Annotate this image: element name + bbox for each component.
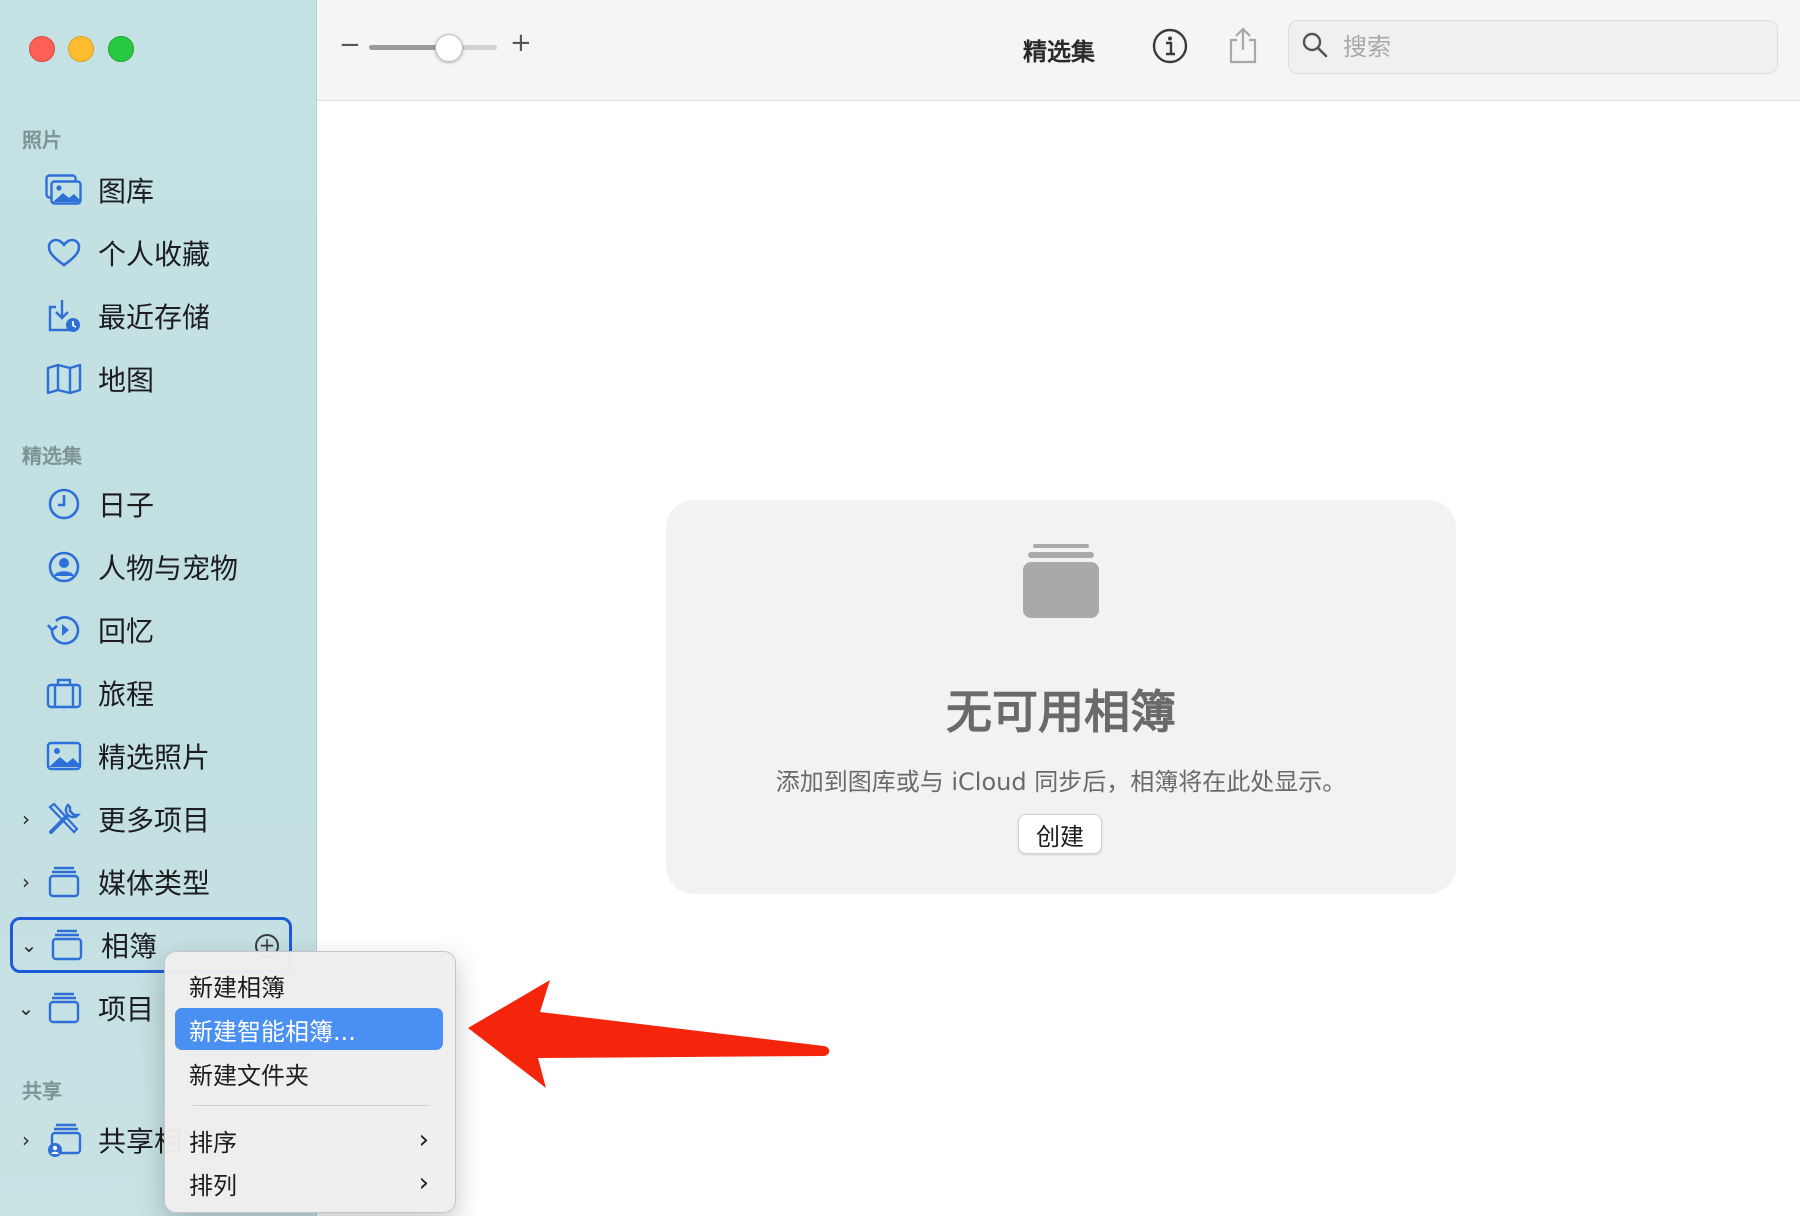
zoom-out-button[interactable]: −: [339, 30, 361, 60]
sidebar-item-label: 最近存储: [98, 301, 211, 334]
sidebar-item-trips[interactable]: 旅程: [10, 665, 296, 721]
map-icon: [44, 359, 84, 399]
sidebar-item-label: 相簿: [101, 930, 158, 963]
sidebar-item-label: 媒体类型: [98, 867, 211, 900]
sidebar-item-label: 项目: [98, 993, 155, 1026]
sidebar-item-label: 人物与宠物: [98, 552, 239, 585]
heart-icon: [44, 233, 84, 273]
sidebar-item-label: 图库: [98, 175, 155, 208]
chevron-right-icon: ›: [418, 1125, 429, 1155]
menu-item-label: 排列: [189, 1171, 237, 1200]
sidebar-item-label: 个人收藏: [98, 238, 211, 271]
menu-item-new-smart-album[interactable]: 新建智能相簿...: [175, 1008, 443, 1050]
photo-library-icon: [44, 170, 84, 210]
chevron-down-icon[interactable]: ⌄: [10, 996, 42, 1020]
menu-separator: [193, 1105, 429, 1106]
sidebar-item-media-types[interactable]: › 媒体类型: [10, 854, 296, 910]
menu-item-new-album[interactable]: 新建相簿: [175, 964, 443, 1006]
chevron-right-icon[interactable]: ›: [10, 1128, 42, 1152]
chevron-right-icon[interactable]: ›: [10, 870, 42, 894]
search-icon: [1301, 31, 1331, 63]
sidebar-item-featured-photos[interactable]: 精选照片: [10, 728, 296, 784]
chevron-down-icon[interactable]: ⌄: [13, 933, 45, 957]
info-icon[interactable]: [1150, 26, 1190, 66]
minimize-window-button[interactable]: [68, 36, 94, 62]
search-input[interactable]: [1341, 32, 1765, 62]
sidebar-item-library[interactable]: 图库: [10, 162, 296, 218]
tools-icon: [44, 799, 84, 839]
annotation-arrow-icon: [468, 980, 830, 1088]
sidebar-item-label: 旅程: [98, 678, 155, 711]
menu-item-label: 新建文件夹: [189, 1061, 309, 1090]
album-stack-icon: [1023, 540, 1099, 626]
person-circle-icon: [44, 547, 84, 587]
chevron-right-icon: ›: [418, 1168, 429, 1198]
menu-item-label: 排序: [189, 1128, 237, 1157]
sidebar-item-map[interactable]: 地图: [10, 351, 296, 407]
memories-icon: [44, 610, 84, 650]
sidebar-item-label: 精选照片: [98, 741, 211, 774]
sidebar-item-memories[interactable]: 回忆: [10, 602, 296, 658]
zoom-slider-thumb[interactable]: [435, 34, 464, 62]
zoom-in-button[interactable]: +: [510, 28, 532, 58]
menu-item-sort[interactable]: 排序 ›: [175, 1119, 443, 1161]
sidebar-item-label: 日子: [98, 489, 155, 522]
sidebar-item-favorites[interactable]: 个人收藏: [10, 225, 296, 281]
sidebar-item-label: 地图: [98, 364, 155, 397]
stack-icon: [44, 862, 84, 902]
sidebar-item-people-pets[interactable]: 人物与宠物: [10, 539, 296, 595]
sidebar-item-days[interactable]: 日子: [10, 476, 296, 532]
empty-state-description: 添加到图库或与 iCloud 同步后，相簿将在此处显示。: [775, 768, 1347, 796]
close-window-button[interactable]: [29, 36, 55, 62]
featured-photo-icon: [44, 736, 84, 776]
zoom-slider[interactable]: [369, 45, 497, 50]
menu-item-arrange[interactable]: 排列 ›: [175, 1162, 443, 1204]
section-label-collections: 精选集: [22, 444, 82, 468]
menu-item-label: 新建相簿: [189, 973, 285, 1002]
chevron-right-icon[interactable]: ›: [10, 807, 42, 831]
menu-item-new-folder[interactable]: 新建文件夹: [175, 1052, 443, 1094]
context-menu: 新建相簿 新建智能相簿... 新建文件夹 排序 › 排列 ›: [164, 951, 456, 1213]
clock-icon: [44, 484, 84, 524]
section-label-shared: 共享: [22, 1079, 62, 1103]
menu-item-label: 新建智能相簿...: [189, 1017, 356, 1046]
stack-icon: [47, 925, 87, 965]
recently-saved-icon: [44, 296, 84, 336]
search-field[interactable]: [1288, 20, 1778, 74]
sidebar-item-recently-saved[interactable]: 最近存储: [10, 288, 296, 344]
sidebar-item-label: 更多项目: [98, 804, 211, 837]
section-label-photos: 照片: [22, 128, 62, 152]
toolbar: − + 精选集: [317, 0, 1800, 101]
stack-icon: [44, 988, 84, 1028]
sidebar-item-more-items[interactable]: › 更多项目: [10, 791, 296, 847]
share-icon[interactable]: [1223, 26, 1263, 66]
empty-state-title: 无可用相簿: [946, 685, 1176, 739]
sidebar-item-label: 回忆: [98, 615, 155, 648]
suitcase-icon: [44, 673, 84, 713]
toolbar-title: 精选集: [1023, 38, 1095, 66]
empty-state-card: 无可用相簿 添加到图库或与 iCloud 同步后，相簿将在此处显示。 创建: [666, 500, 1456, 894]
shared-album-icon: [44, 1120, 84, 1160]
zoom-window-button[interactable]: [108, 36, 134, 62]
create-button[interactable]: 创建: [1018, 814, 1102, 854]
